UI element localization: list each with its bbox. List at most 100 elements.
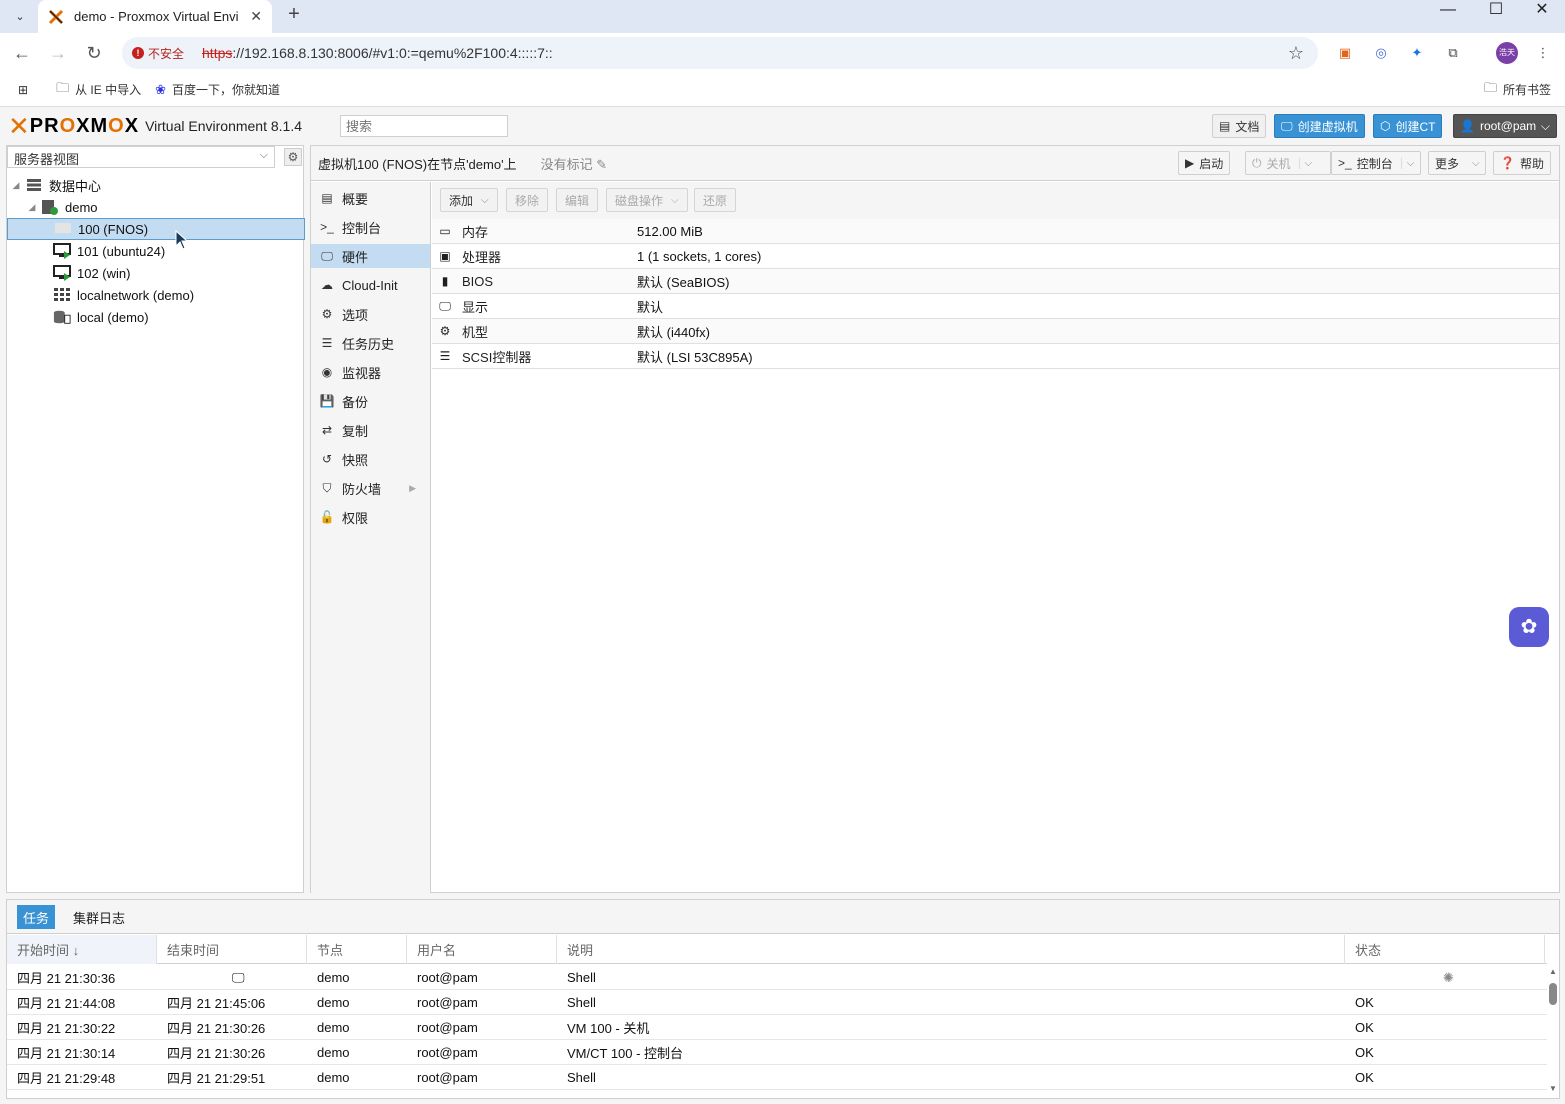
insecure-badge[interactable]: ! 不安全 bbox=[132, 45, 194, 62]
extensions-puzzle-icon[interactable]: ⧉ bbox=[1442, 42, 1464, 64]
nav-hardware[interactable]: 🖵 硬件 bbox=[311, 244, 430, 268]
tree-item-node-demo[interactable]: ◢ demo bbox=[7, 196, 305, 218]
cube-icon: ⬡ bbox=[1380, 119, 1391, 133]
forward-icon[interactable]: → bbox=[46, 41, 70, 65]
hardware-row[interactable]: ⚙ 机型 默认 (i440fx) bbox=[432, 319, 1559, 344]
tree-item-localnetwork[interactable]: localnetwork (demo) bbox=[7, 284, 305, 306]
nav-summary[interactable]: ▤ 概要 bbox=[311, 186, 430, 210]
nav-options[interactable]: ⚙ 选项 bbox=[311, 302, 430, 326]
nav-permissions[interactable]: 🔓 权限 bbox=[311, 505, 430, 529]
back-icon[interactable]: ← bbox=[10, 41, 34, 65]
revert-button[interactable]: 还原 bbox=[694, 188, 737, 212]
shutdown-button[interactable]: ⏻ 关机 ⌵ bbox=[1245, 151, 1331, 175]
nav-backup[interactable]: 💾 备份 bbox=[311, 389, 430, 413]
col-description[interactable]: 说明 bbox=[557, 935, 1345, 964]
user-menu-button[interactable]: 👤 root@pam ⌵ bbox=[1453, 114, 1557, 138]
vm-title: 虚拟机100 (FNOS)在节点'demo'上 bbox=[318, 156, 517, 172]
table-row[interactable]: 四月 21 21:44:08 四月 21 21:45:06 demo root@… bbox=[7, 990, 1547, 1015]
col-user[interactable]: 用户名 bbox=[407, 935, 557, 964]
tree-item-local-storage[interactable]: local (demo) bbox=[7, 306, 305, 328]
new-tab-button[interactable]: + bbox=[282, 3, 306, 26]
reload-icon[interactable]: ↻ bbox=[82, 41, 106, 65]
all-bookmarks[interactable]: 🗀 所有书签 bbox=[1484, 79, 1551, 101]
scrollbar-thumb[interactable] bbox=[1549, 983, 1557, 1005]
docs-button[interactable]: ▤ 文档 bbox=[1212, 114, 1267, 138]
help-button[interactable]: ❓ 帮助 bbox=[1493, 151, 1551, 175]
tree-item-vm-100[interactable]: 100 (FNOS) bbox=[7, 218, 305, 240]
maximize-button[interactable]: ☐ bbox=[1473, 0, 1519, 20]
edit-button[interactable]: 编辑 bbox=[556, 188, 599, 212]
table-row[interactable]: 四月 21 21:29:48 四月 21 21:29:51 demo root@… bbox=[7, 1065, 1547, 1090]
nav-task-history[interactable]: ☰ 任务历史 bbox=[311, 331, 430, 355]
bookmark-ie-import[interactable]: 🗀 从 IE 中导入 bbox=[56, 79, 141, 101]
nav-console[interactable]: >_ 控制台 bbox=[311, 215, 430, 239]
tags-label[interactable]: 没有标记 ✎ bbox=[541, 154, 608, 173]
nav-firewall[interactable]: ⛉ 防火墙 ▶ bbox=[311, 476, 430, 500]
profile-avatar[interactable]: 浩天 bbox=[1496, 42, 1518, 64]
vm-content-panel: 虚拟机100 (FNOS)在节点'demo'上 没有标记 ✎ ▶ 启动 ⏻ 关机 ⌵ … bbox=[310, 145, 1560, 893]
console-button[interactable]: >_ 控制台 ⌵ bbox=[1331, 151, 1421, 175]
apps-grid-icon[interactable]: ⊞ bbox=[18, 83, 28, 97]
extension-orange-icon[interactable]: ▣ bbox=[1334, 42, 1356, 64]
search-input[interactable] bbox=[340, 115, 508, 137]
console-icon: >_ bbox=[320, 220, 334, 234]
hardware-row[interactable]: ☰ SCSI控制器 默认 (LSI 53C895A) bbox=[432, 344, 1559, 369]
hardware-row[interactable]: ▮ BIOS 默认 (SeaBIOS) bbox=[432, 269, 1559, 294]
assistant-floating-icon[interactable]: ✿ bbox=[1509, 607, 1549, 647]
browser-menu-icon[interactable]: ⋮ bbox=[1532, 42, 1554, 64]
tab-tasks[interactable]: 任务 bbox=[17, 905, 56, 929]
expand-caret-icon[interactable]: ◢ bbox=[11, 180, 21, 191]
remove-button[interactable]: 移除 bbox=[506, 188, 549, 212]
nav-monitor[interactable]: ◉ 监视器 bbox=[311, 360, 430, 384]
create-vm-button[interactable]: 🖵 创建虚拟机 bbox=[1274, 114, 1365, 138]
folder-icon: 🗀 bbox=[1483, 79, 1497, 95]
col-end-time[interactable]: 结束时间 bbox=[157, 935, 307, 964]
baidu-icon: ❀ bbox=[155, 81, 166, 97]
cloud-icon: ☁ bbox=[321, 278, 333, 292]
disk-action-button[interactable]: 磁盘操作 ⌵ bbox=[606, 188, 688, 212]
options-gear-icon: ⚙ bbox=[321, 307, 333, 321]
hardware-row[interactable]: ▣ 处理器 1 (1 sockets, 1 cores) bbox=[432, 244, 1559, 269]
col-start-time[interactable]: 开始时间 ↓ bbox=[7, 935, 157, 964]
gear-icon[interactable]: ⚙ bbox=[284, 148, 302, 166]
pencil-edit-icon: ✎ bbox=[596, 156, 608, 172]
browser-tab[interactable]: demo - Proxmox Virtual Envi ✕ bbox=[38, 0, 272, 33]
close-window-button[interactable]: ✕ bbox=[1519, 0, 1565, 20]
mouse-cursor-icon bbox=[175, 230, 189, 250]
bookmark-baidu[interactable]: ❀ 百度一下，你就知道 bbox=[155, 81, 280, 98]
nav-snapshot[interactable]: ↺ 快照 bbox=[311, 447, 430, 471]
loading-spinner-icon: ✺ bbox=[1443, 969, 1454, 985]
nav-replication[interactable]: ⇄ 复制 bbox=[311, 418, 430, 442]
expand-caret-icon[interactable]: ◢ bbox=[27, 202, 37, 213]
tree-item-datacenter[interactable]: ◢ 数据中心 bbox=[7, 174, 305, 196]
close-tab-icon[interactable]: ✕ bbox=[250, 8, 262, 25]
more-button[interactable]: 更多 ⌵ bbox=[1428, 151, 1486, 175]
extension-bird-icon[interactable]: ✦ bbox=[1406, 42, 1428, 64]
add-button[interactable]: 添加 ⌵ bbox=[440, 188, 498, 212]
view-select[interactable]: 服务器视图 ⌵ bbox=[7, 146, 275, 168]
vm-stopped-icon bbox=[54, 221, 72, 237]
tab-cluster-log[interactable]: 集群日志 bbox=[67, 905, 131, 929]
address-bar[interactable]: ! 不安全 https://192.168.8.130:8006/#v1:0:=… bbox=[122, 37, 1318, 69]
tree-item-vm-101[interactable]: 101 (ubuntu24) bbox=[7, 240, 305, 262]
url-text: https://192.168.8.130:8006/#v1:0:=qemu%2… bbox=[202, 45, 553, 61]
extension-blue-icon[interactable]: ◎ bbox=[1370, 42, 1392, 64]
task-scrollbar[interactable]: ▲ ▼ bbox=[1547, 965, 1559, 1093]
datacenter-icon bbox=[25, 177, 43, 193]
display-icon: 🖵 bbox=[439, 298, 451, 313]
tree-item-vm-102[interactable]: 102 (win) bbox=[7, 262, 305, 284]
minimize-button[interactable]: — bbox=[1425, 0, 1471, 20]
start-button[interactable]: ▶ 启动 bbox=[1178, 151, 1231, 175]
table-row[interactable]: 四月 21 21:30:36 🖵 demo root@pam Shell ✺ bbox=[7, 965, 1547, 990]
nav-cloud-init[interactable]: ☁ Cloud-Init bbox=[311, 273, 430, 297]
create-ct-button[interactable]: ⬡ 创建CT bbox=[1373, 114, 1443, 138]
table-row[interactable]: 四月 21 21:30:22 四月 21 21:30:26 demo root@… bbox=[7, 1015, 1547, 1040]
col-status[interactable]: 状态 bbox=[1345, 935, 1545, 964]
bookmark-star-icon[interactable]: ☆ bbox=[1288, 43, 1304, 64]
tab-search-chevron-icon[interactable]: ⌄ bbox=[8, 4, 32, 28]
table-row[interactable]: 四月 21 21:30:14 四月 21 21:30:26 demo root@… bbox=[7, 1040, 1547, 1065]
hardware-row[interactable]: ▭ 内存 512.00 MiB bbox=[432, 219, 1559, 244]
machine-gears-icon: ⚙ bbox=[439, 324, 451, 338]
hardware-row[interactable]: 🖵 显示 默认 bbox=[432, 294, 1559, 319]
col-node[interactable]: 节点 bbox=[307, 935, 407, 964]
